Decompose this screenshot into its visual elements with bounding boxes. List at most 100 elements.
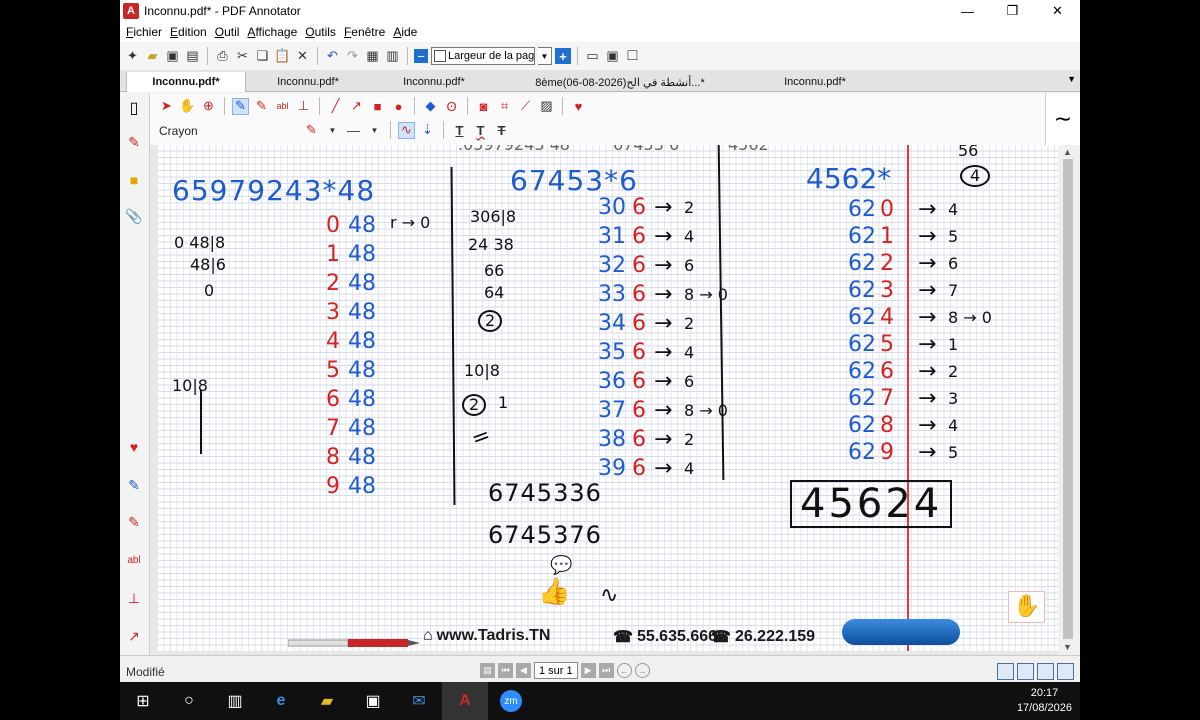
chevron-down-icon[interactable]: ▼	[538, 47, 552, 65]
menu-aide[interactable]: Aide	[393, 25, 417, 39]
tabs-chevron-down-icon[interactable]: ▼	[1067, 74, 1076, 84]
page-icon[interactable]: ▯	[125, 99, 143, 117]
insert-page-icon[interactable]: ▦	[364, 48, 381, 65]
close-icon[interactable]: ✕	[1035, 0, 1080, 22]
image-icon[interactable]: ▨	[538, 98, 555, 115]
crop-icon[interactable]: ⌗	[496, 98, 513, 115]
raise-hand-icon[interactable]: ✋	[1008, 591, 1046, 623]
next-page-icon[interactable]: ▶	[580, 663, 596, 678]
arrow-icon[interactable]: ↗	[125, 627, 143, 645]
system-clock[interactable]: 20:17 17/08/2026	[1017, 686, 1072, 716]
print-icon[interactable]: ⎙	[214, 48, 231, 65]
select-arrow-icon[interactable]: ➤	[158, 98, 175, 115]
red-pen-icon[interactable]: ✎	[125, 513, 143, 531]
view-two-continuous-icon[interactable]	[1057, 663, 1074, 680]
pressure-icon[interactable]: ⇣	[419, 122, 436, 139]
ruler-icon[interactable]: ⟋	[517, 98, 534, 115]
scroll-down-icon[interactable]: ▼	[1063, 642, 1072, 652]
pen-color-icon[interactable]: ✎	[303, 122, 320, 139]
single-page-icon[interactable]: ▭	[584, 48, 601, 65]
minimize-icon[interactable]: —	[945, 0, 990, 22]
text-underline-icon[interactable]: T	[451, 122, 468, 139]
page-thumbnails-icon[interactable]: ▤	[480, 663, 495, 678]
mail-icon[interactable]: ✉	[396, 682, 442, 720]
save-icon[interactable]: ▣	[164, 48, 181, 65]
heart-stamp-icon[interactable]: ♥	[125, 438, 143, 456]
text-squiggly-icon[interactable]: T	[472, 122, 489, 139]
store-icon[interactable]: ▣	[350, 682, 396, 720]
chevron-down-icon[interactable]: ▼	[366, 122, 383, 139]
copy-icon[interactable]: ❏	[254, 48, 271, 65]
back-icon[interactable]: ←	[616, 663, 632, 678]
pdf-page[interactable]: .05979243 48 67453 6 4562 65979243*48 0 …	[158, 145, 1058, 651]
zoom-out-icon[interactable]: −	[414, 49, 428, 63]
menu-edition[interactable]: Edition	[170, 25, 207, 39]
tab-document-5[interactable]: Inconnu.pdf*	[755, 72, 875, 92]
zoom-app-icon[interactable]: zm	[488, 682, 534, 720]
arrow-tool-icon[interactable]: ↗	[348, 98, 365, 115]
attachment-icon[interactable]: 📎	[125, 207, 143, 225]
line-tool-icon[interactable]: ╱	[327, 98, 344, 115]
line-width-icon[interactable]: —	[345, 122, 362, 139]
edge-browser-icon[interactable]: e	[258, 682, 304, 720]
view-single-icon[interactable]	[997, 663, 1014, 680]
task-view-icon[interactable]: ▥	[212, 682, 258, 720]
text-tool-icon[interactable]: abl	[274, 98, 291, 115]
text-box-icon[interactable]: abl	[125, 551, 143, 569]
restore-icon[interactable]: ❐	[990, 0, 1035, 22]
rectangle-tool-icon[interactable]: ■	[369, 98, 386, 115]
chevron-down-icon[interactable]: ▼	[324, 122, 341, 139]
delete-icon[interactable]: ✕	[294, 48, 311, 65]
redo-icon[interactable]: ↷	[344, 48, 361, 65]
zoom-select[interactable]: Largeur de la page	[431, 47, 535, 65]
menu-fichier[interactable]: Fichier	[126, 25, 162, 39]
eraser-icon[interactable]: ◆	[422, 98, 439, 115]
fit-page-icon[interactable]: ▣	[604, 48, 621, 65]
last-page-icon[interactable]: ⏭	[598, 663, 614, 678]
pdf-annotator-task-icon[interactable]: A	[442, 682, 488, 720]
scroll-up-icon[interactable]: ▲	[1063, 147, 1072, 157]
scrollbar-thumb[interactable]	[1063, 159, 1073, 639]
fullscreen-icon[interactable]: □	[624, 47, 641, 65]
windows-start-icon[interactable]: ⊞	[120, 682, 166, 720]
text-strike-icon[interactable]: T	[493, 122, 510, 139]
first-page-icon[interactable]: ⏮	[498, 663, 513, 678]
page-indicator[interactable]: 1 sur 1	[534, 662, 578, 679]
grid-icon[interactable]: ▥	[384, 48, 401, 65]
view-two-page-icon[interactable]	[1037, 663, 1054, 680]
zoom-in-icon[interactable]: +	[555, 48, 571, 64]
vertical-scrollbar[interactable]: ▲ ▼	[1058, 145, 1080, 655]
save-as-icon[interactable]: ▤	[184, 48, 201, 65]
menu-outil[interactable]: Outil	[215, 25, 240, 39]
pen-tool-icon[interactable]: ✎	[232, 97, 249, 115]
tab-document-3[interactable]: Inconnu.pdf*	[374, 72, 494, 92]
stamp-icon[interactable]: ⊥	[125, 589, 143, 607]
cut-icon[interactable]: ✂	[234, 48, 251, 65]
view-continuous-icon[interactable]	[1017, 663, 1034, 680]
note-icon[interactable]: ■	[125, 171, 143, 189]
smooth-stroke-icon[interactable]: ∿	[398, 121, 415, 139]
lasso-icon[interactable]: ʘ	[443, 98, 460, 115]
highlighter-icon[interactable]: ✎	[253, 98, 270, 115]
paste-icon[interactable]: 📋	[274, 48, 291, 65]
tab-document-4[interactable]: 8ème(06-08-2026)أنشطة في الح...*	[500, 72, 740, 92]
blue-pen-icon[interactable]: ✎	[125, 476, 143, 494]
undo-icon[interactable]: ↶	[324, 48, 341, 65]
menu-affichage[interactable]: Affichage	[247, 25, 297, 39]
stamp-tool-icon[interactable]: ⊥	[295, 98, 312, 115]
favorites-heart-icon[interactable]: ♥	[570, 98, 587, 115]
file-explorer-icon[interactable]: ▰	[304, 682, 350, 720]
camera-icon[interactable]: ◙	[475, 98, 492, 115]
tab-document-2[interactable]: Inconnu.pdf*	[248, 72, 368, 92]
menu-fenetre[interactable]: Fenêtre	[344, 25, 385, 39]
document-view[interactable]: .05979243 48 67453 6 4562 65979243*48 0 …	[150, 145, 1068, 655]
hand-icon[interactable]: ✋	[179, 98, 196, 115]
forward-icon[interactable]: →	[634, 663, 650, 678]
open-folder-icon[interactable]: ▰	[144, 48, 161, 65]
zoom-tool-icon[interactable]: ⊕	[200, 98, 217, 115]
pen-icon[interactable]: ✎	[125, 133, 143, 151]
tab-document-1[interactable]: Inconnu.pdf*	[126, 72, 246, 92]
menu-outils[interactable]: Outils	[305, 25, 336, 39]
previous-page-icon[interactable]: ◀	[516, 663, 531, 678]
search-icon[interactable]: ○	[166, 682, 212, 720]
